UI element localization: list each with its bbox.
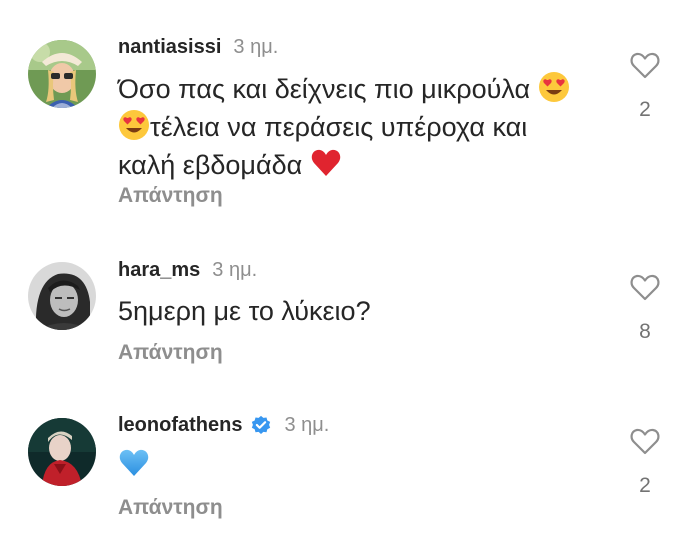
like-control: 2 [628,426,662,498]
heart-outline-icon[interactable] [629,426,661,456]
timestamp: 3 ημ. [284,413,330,436]
avatar[interactable] [28,40,96,108]
comment-text-line: τέλεια να περάσεις υπέροχα και [150,112,528,142]
timestamp: 3 ημ. [233,35,279,58]
comment-text-line: καλή εβδομάδα [118,150,303,180]
avatar[interactable] [28,262,96,330]
reply-button[interactable]: Απάντηση [118,184,223,208]
comment-text-line: 5ημερη με το λύκειο? [118,296,371,326]
username[interactable]: nantiasissi [118,36,221,59]
like-count: 8 [639,320,651,343]
like-control: 8 [628,272,662,344]
comment-item: hara_ms 3 ημ. 5ημερη με το λύκειο? Απάντ… [0,230,700,390]
comment-text: Όσο πας και δείχνεις πιο μικρούλα τέλεια… [118,70,598,184]
comment-item: leonofathens 3 ημ. Απάντηση 2 [0,390,700,548]
like-count: 2 [639,474,651,497]
like-count: 2 [639,98,651,121]
verified-badge-icon [252,415,271,434]
timestamp: 3 ημ. [212,258,258,281]
heart-outline-icon[interactable] [629,50,661,80]
username[interactable]: leonofathens [118,414,242,437]
avatar[interactable] [28,418,96,486]
blue-heart-emoji [119,449,149,476]
comment-item: nantiasissi 3 ημ. Όσο πας και δείχνεις π… [0,0,700,230]
comment-text-line: Όσο πας και δείχνεις πιο μικρούλα [118,74,531,104]
like-control: 2 [628,50,662,122]
heart-eyes-emoji [538,72,569,102]
heart-outline-icon[interactable] [629,272,661,302]
heart-eyes-emoji [119,110,149,140]
username[interactable]: hara_ms [118,259,200,282]
comment-text [118,446,598,484]
reply-button[interactable]: Απάντηση [118,496,223,520]
comment-text: 5ημερη με το λύκειο? [118,292,598,330]
reply-button[interactable]: Απάντηση [118,341,223,365]
red-heart-emoji [311,149,340,176]
